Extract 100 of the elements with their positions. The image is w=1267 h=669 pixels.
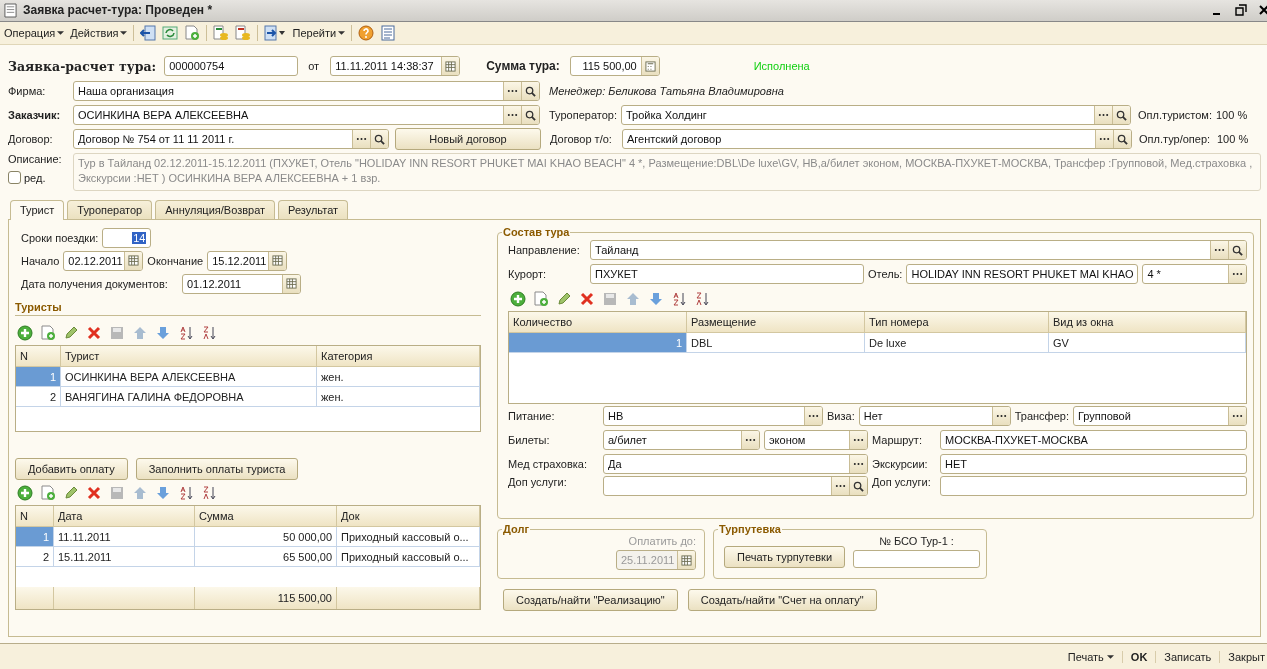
date-label: от (308, 60, 321, 73)
column-header[interactable]: Сумма (195, 506, 337, 528)
table-cell[interactable]: ОСИНКИНА ВЕРА АЛЕКСЕЕВНА (61, 367, 317, 388)
menu-button[interactable]: Действия (70, 27, 128, 40)
table-cell[interactable]: Приходный кассовый о... (337, 527, 480, 548)
field-label: Начало (21, 254, 60, 267)
caret-icon (120, 31, 128, 36)
column-header[interactable]: Размещение (687, 312, 865, 334)
input-field[interactable]: НЕТ (941, 455, 1246, 474)
list-icon[interactable] (380, 25, 397, 42)
pencil-icon[interactable] (63, 484, 79, 501)
payment-button[interactable]: Заполнить оплаты туриста (135, 458, 299, 481)
sort-ascending-icon[interactable] (178, 324, 194, 341)
create-document-button[interactable]: Создать/найти "Реализацию" (503, 589, 678, 612)
column-header[interactable]: Турист (61, 346, 317, 368)
menu-button[interactable]: Операция (4, 27, 65, 40)
sort-descending-icon[interactable] (201, 484, 217, 501)
table-cell[interactable]: 2 (16, 547, 54, 568)
column-header[interactable]: N (16, 346, 61, 368)
delete-icon[interactable] (579, 290, 595, 307)
table-cell[interactable]: жен. (317, 387, 480, 408)
input-field[interactable]: HOLIDAY INN RESORT PHUKET MAI KHAO (907, 265, 1138, 284)
number-field[interactable]: 000000754 (165, 57, 298, 76)
table-cell[interactable]: 2 (16, 387, 61, 408)
sort-descending-icon[interactable] (201, 324, 217, 341)
days-field[interactable]: 14 (103, 228, 151, 247)
copy-icon[interactable] (40, 324, 56, 341)
tab[interactable]: Турист (10, 200, 65, 221)
column-header[interactable]: Количество (509, 312, 687, 334)
edit-checkbox[interactable]: ред. (8, 171, 46, 185)
column-header[interactable]: Категория (317, 346, 480, 368)
select-button[interactable] (831, 477, 849, 496)
table-cell[interactable]: DBL (687, 333, 865, 354)
table-cell[interactable]: Приходный кассовый о... (337, 547, 480, 568)
delete-icon[interactable] (86, 324, 102, 341)
group-title: Состав тура (502, 226, 571, 239)
table-cell[interactable]: ВАНЯГИНА ГАЛИНА ФЕДОРОВНА (61, 387, 317, 408)
table-cell[interactable]: 11.11.2011 (54, 527, 195, 548)
document-label: Заявка-расчет тура: (8, 58, 157, 74)
help-icon[interactable] (358, 25, 375, 42)
arrow-left-icon[interactable] (140, 25, 157, 42)
print-menu-button[interactable]: Печать (1059, 650, 1122, 663)
save-button[interactable]: Записать (1155, 650, 1220, 663)
field-label: Сроки поездки: (21, 231, 99, 244)
copy-icon[interactable] (40, 484, 56, 501)
arrow-down-icon[interactable] (155, 484, 171, 501)
column-header[interactable]: Дата (54, 506, 195, 528)
pencil-icon[interactable] (63, 324, 79, 341)
document-coins-icon[interactable] (213, 25, 230, 42)
input-field[interactable] (603, 476, 868, 497)
column-header[interactable]: Тип номера (865, 312, 1049, 334)
input-field[interactable]: МОСКВА-ПХУКЕТ-МОСКВА (941, 431, 1246, 450)
sort-ascending-icon[interactable] (671, 290, 687, 307)
add-icon[interactable] (510, 290, 526, 307)
arrow-right-icon[interactable] (264, 25, 287, 42)
add-icon[interactable] (17, 324, 33, 341)
document-coins-icon[interactable] (235, 25, 252, 42)
tab[interactable]: Туроператор (67, 200, 153, 220)
field-label: № БСО Тур-1 : (879, 535, 954, 548)
delete-icon[interactable] (86, 484, 102, 501)
print-voucher-button[interactable]: Печать турпутевки (724, 546, 846, 569)
table-cell[interactable]: 65 500,00 (195, 547, 337, 568)
restore-icon[interactable] (1235, 4, 1247, 17)
table-cell[interactable]: жен. (317, 367, 480, 388)
copy-icon[interactable] (533, 290, 549, 307)
field-label: Опл.туристом: (1138, 109, 1212, 122)
sort-descending-icon[interactable] (694, 290, 710, 307)
percent-value: 100 % (1216, 109, 1248, 122)
table-cell[interactable]: GV (1049, 333, 1246, 354)
column-header[interactable]: Вид из окна (1049, 312, 1246, 334)
percent-value: 100 % (1217, 133, 1249, 146)
column-header[interactable]: N (16, 506, 54, 528)
payment-button[interactable]: Добавить оплату (15, 458, 128, 481)
tab[interactable]: Аннуляция/Возврат (155, 200, 276, 220)
close-icon[interactable] (1259, 4, 1267, 17)
refresh-icon[interactable] (162, 25, 179, 42)
add-icon[interactable] (17, 484, 33, 501)
close-button[interactable]: Закрыт (1219, 650, 1267, 663)
pencil-icon[interactable] (556, 290, 572, 307)
ok-button[interactable]: OK (1121, 650, 1156, 663)
tab[interactable]: Результат (278, 200, 349, 220)
search-button[interactable] (849, 477, 867, 496)
arrow-down-icon[interactable] (155, 324, 171, 341)
column-header[interactable]: Док (337, 506, 480, 528)
input-field[interactable]: ПХУКЕТ (591, 265, 863, 284)
table-cell[interactable]: 50 000,00 (195, 527, 337, 548)
table-cell[interactable]: 15.11.2011 (54, 547, 195, 568)
sort-ascending-icon[interactable] (178, 484, 194, 501)
copy-icon[interactable] (184, 25, 201, 42)
field-label: Виза: (827, 410, 855, 423)
field-label: Питание: (508, 410, 556, 423)
table-cell[interactable]: De luxe (865, 333, 1049, 354)
field-label: Маршрут: (872, 434, 923, 447)
field-label: Договор т/о: (550, 133, 613, 146)
menu-button[interactable]: Перейти (292, 27, 346, 40)
new-contract-button[interactable]: Новый договор (395, 128, 541, 151)
ellipsis-icon (835, 484, 846, 489)
field-label: Отель: (868, 268, 903, 281)
arrow-down-icon[interactable] (648, 290, 664, 307)
create-document-button[interactable]: Создать/найти "Счет на оплату" (687, 589, 877, 612)
